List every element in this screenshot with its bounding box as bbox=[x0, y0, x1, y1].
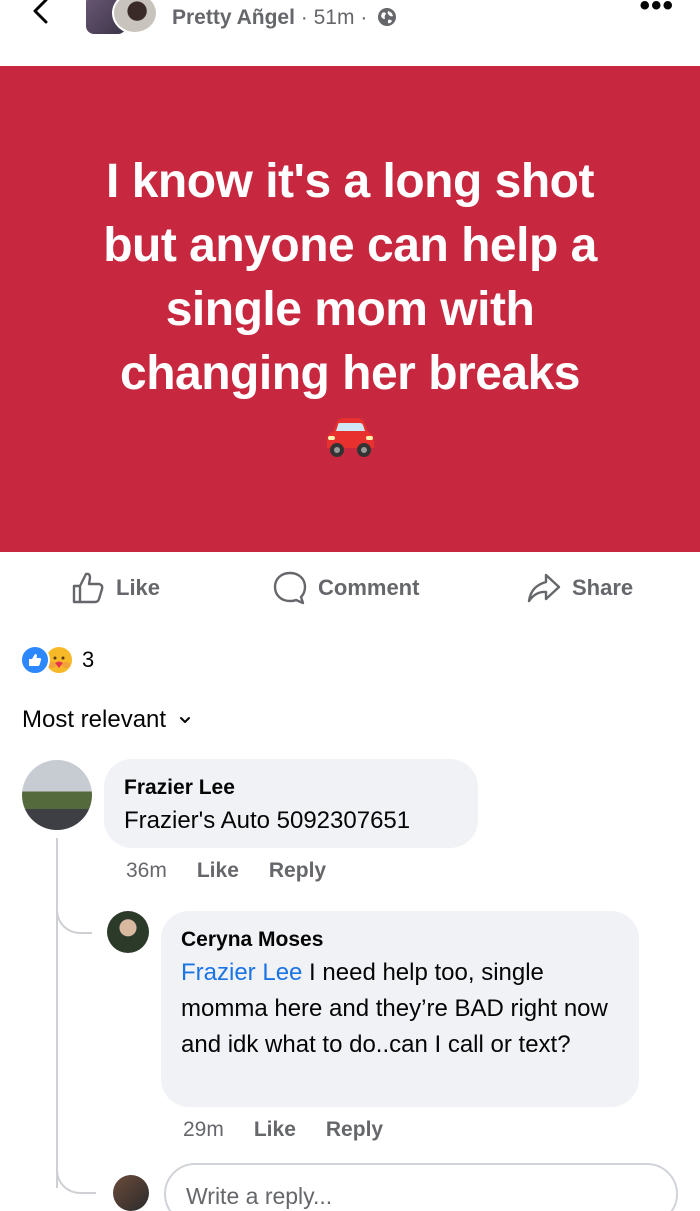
chevron-down-icon bbox=[180, 717, 191, 723]
post-time[interactable]: 51m bbox=[314, 6, 355, 29]
avatar[interactable] bbox=[22, 760, 92, 830]
share-label: Share bbox=[572, 575, 634, 600]
car-emoji bbox=[321, 412, 379, 460]
reply-input[interactable]: Write a reply... bbox=[164, 1163, 678, 1211]
like-reaction-icon bbox=[20, 645, 50, 675]
separator: · bbox=[360, 6, 368, 29]
post-header: Pretty Añgel · 51m · ••• bbox=[0, 0, 700, 66]
comment-like-button[interactable]: Like bbox=[197, 859, 239, 883]
author-line: Pretty Añgel · 51m · bbox=[172, 6, 397, 30]
more-dots-icon[interactable]: ••• bbox=[639, 0, 674, 21]
separator: · bbox=[300, 6, 308, 29]
avatar bbox=[113, 1175, 149, 1211]
like-button[interactable]: Like bbox=[70, 570, 160, 606]
post-actions: Like Comment Share bbox=[0, 560, 700, 620]
comment-reply-button[interactable]: Reply bbox=[269, 859, 326, 883]
comment-like-button[interactable]: Like bbox=[254, 1118, 296, 1142]
thread-connector bbox=[56, 1160, 96, 1194]
thumbs-up-icon bbox=[72, 572, 104, 604]
post-text: I know it's a long shot but anyone can h… bbox=[103, 155, 597, 400]
comment-button[interactable]: Comment bbox=[272, 570, 419, 606]
globe-icon bbox=[377, 7, 397, 27]
comment-bubble: Ceryna Moses Frazier Lee I need help too… bbox=[161, 911, 639, 1107]
like-label: Like bbox=[116, 575, 161, 600]
comment-time[interactable]: 29m bbox=[183, 1118, 224, 1142]
reaction-count: 3 bbox=[82, 647, 95, 672]
comment-meta: 29m Like Reply bbox=[183, 1118, 383, 1142]
comment-text: Frazier's Auto 5092307651 bbox=[124, 807, 411, 834]
comment-author[interactable]: Frazier Lee bbox=[124, 773, 458, 803]
author-name[interactable]: Pretty Añgel bbox=[172, 6, 295, 29]
comment-text: Frazier Lee I need help too, single momm… bbox=[181, 955, 619, 1063]
comment-label: Comment bbox=[318, 575, 420, 600]
comment-meta: 36m Like Reply bbox=[126, 859, 326, 883]
share-icon bbox=[527, 573, 561, 603]
reaction-summary[interactable]: 3 bbox=[20, 644, 94, 676]
comment-time[interactable]: 36m bbox=[126, 859, 167, 883]
thread-connector bbox=[56, 900, 92, 934]
share-button[interactable]: Share bbox=[526, 570, 633, 606]
post-card: I know it's a long shot but anyone can h… bbox=[0, 66, 700, 552]
thread-line bbox=[56, 838, 58, 1188]
comment-author[interactable]: Ceryna Moses bbox=[181, 925, 619, 955]
chevron-left-icon[interactable] bbox=[26, 0, 56, 26]
avatar[interactable] bbox=[107, 911, 149, 953]
comment-icon bbox=[273, 571, 307, 605]
sort-label: Most relevant bbox=[22, 706, 167, 733]
comment-bubble: Frazier Lee Frazier's Auto 5092307651 bbox=[104, 759, 478, 848]
mention-link[interactable]: Frazier Lee bbox=[181, 959, 302, 986]
comment-sort[interactable]: Most relevant bbox=[22, 706, 192, 734]
comment-reply-button[interactable]: Reply bbox=[326, 1118, 383, 1142]
